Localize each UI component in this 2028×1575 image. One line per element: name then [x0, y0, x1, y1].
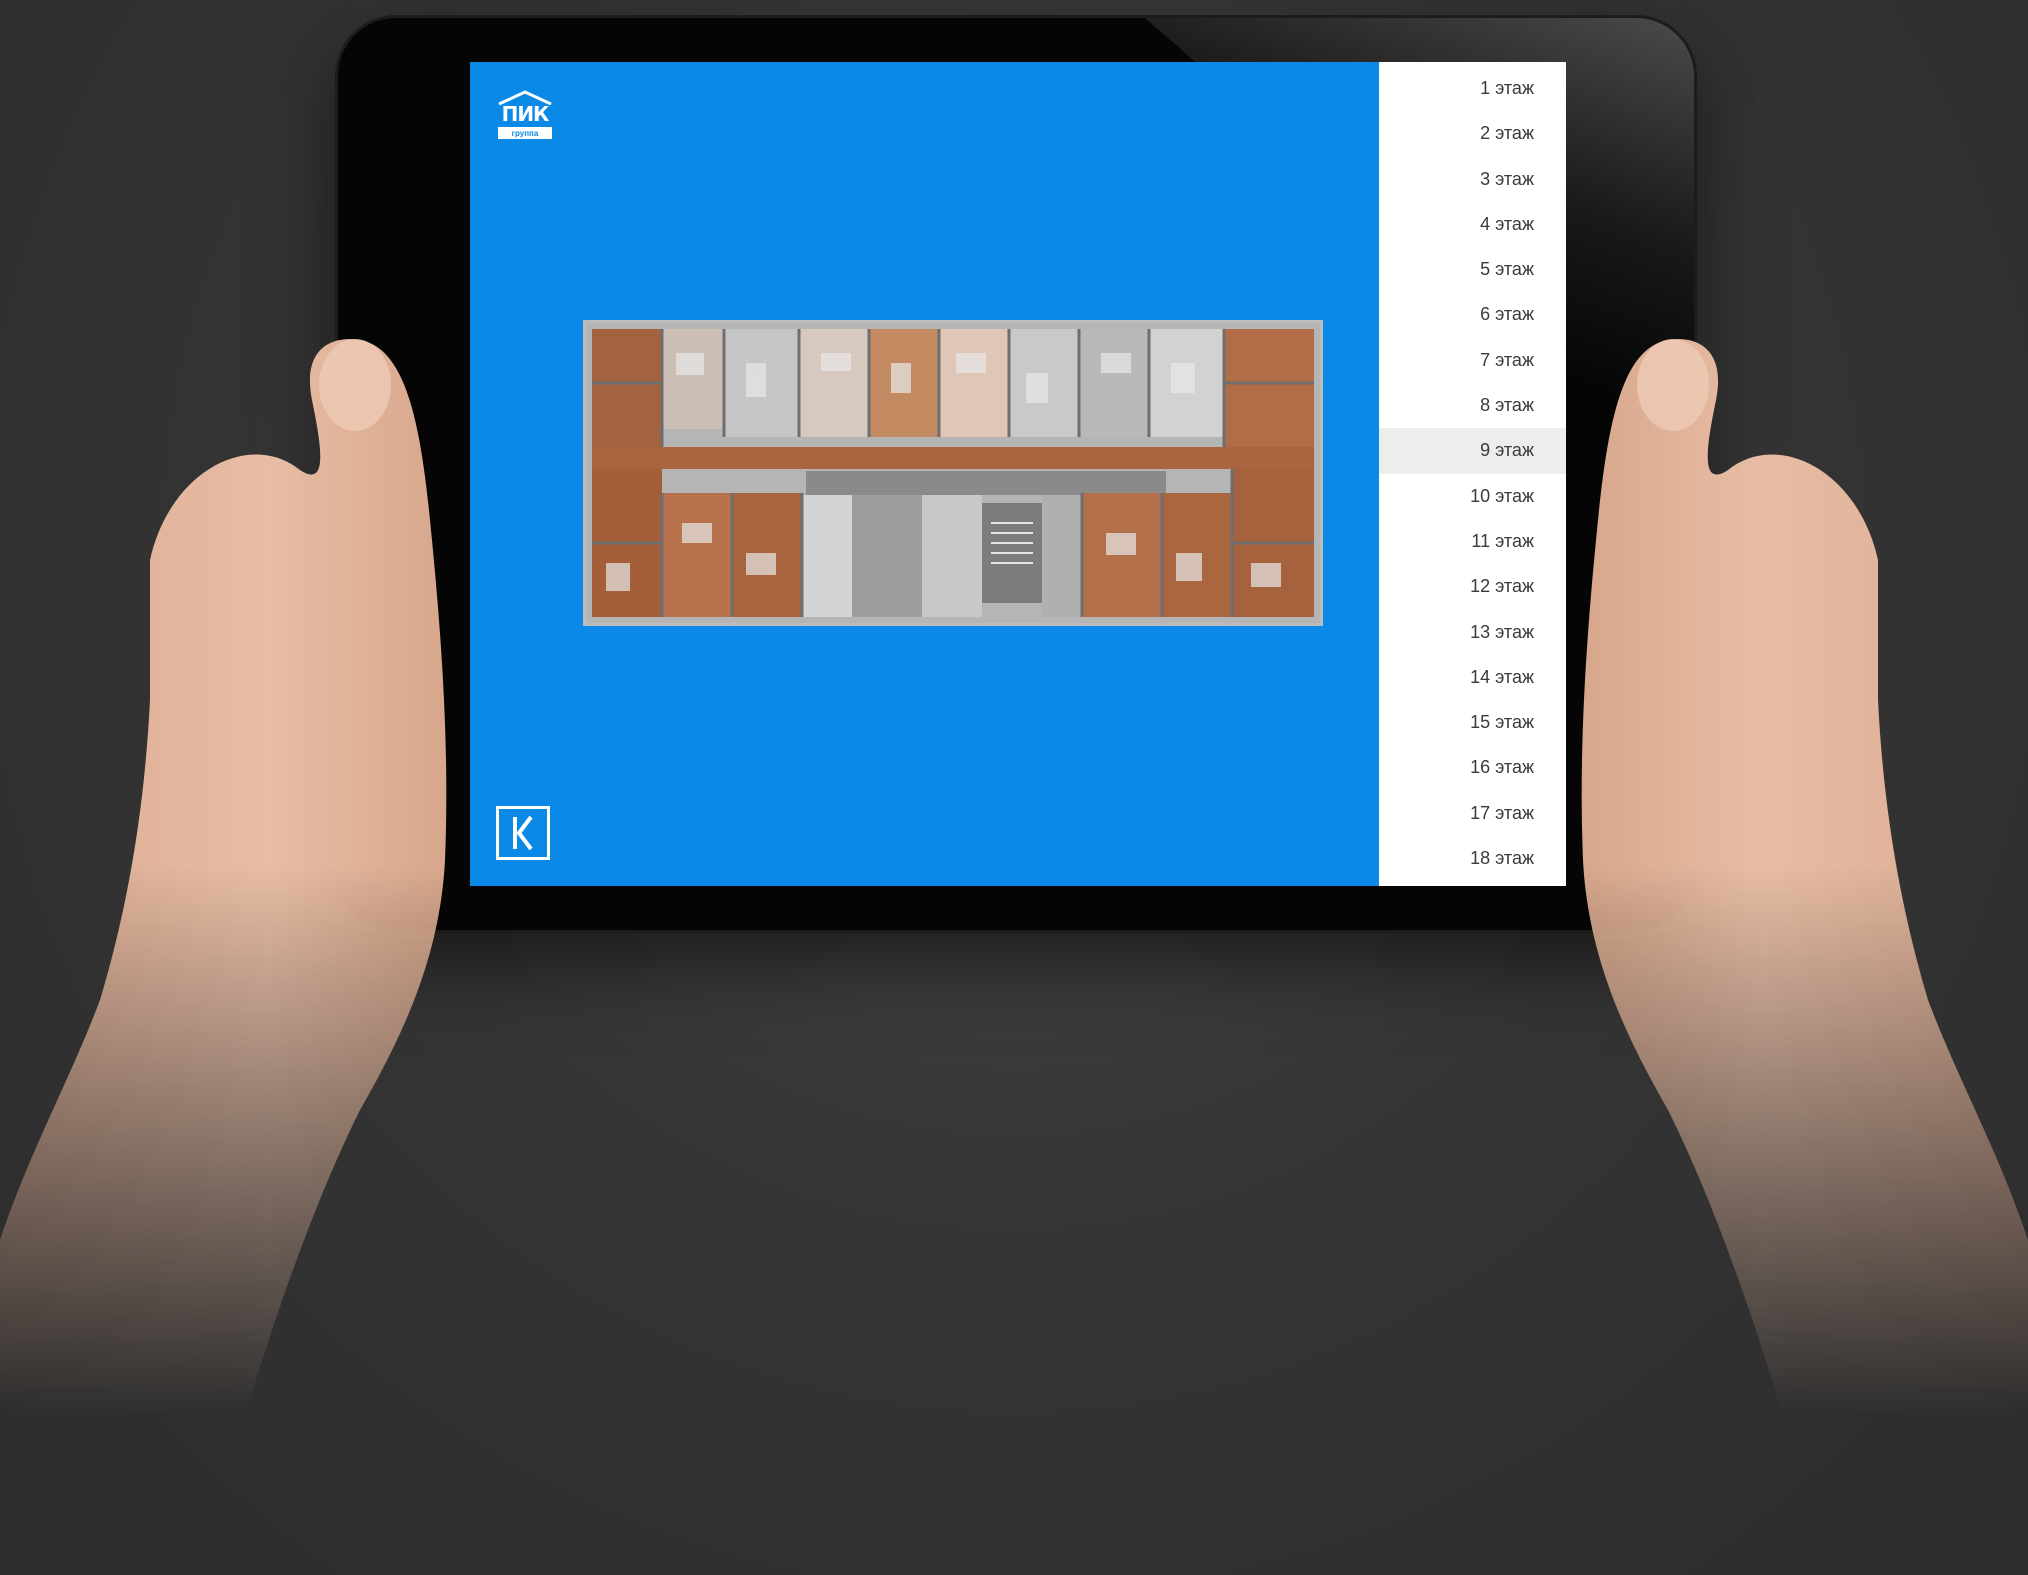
- floor-item-14[interactable]: 14 этаж: [1379, 655, 1566, 700]
- back-icon: [513, 815, 533, 851]
- floor-item-11[interactable]: 11 этаж: [1379, 519, 1566, 564]
- floor-item-3[interactable]: 3 этаж: [1379, 157, 1566, 202]
- pik-logo: ПИК группа: [496, 90, 554, 144]
- floor-item-18[interactable]: 18 этаж: [1379, 836, 1566, 881]
- floor-plan[interactable]: [583, 320, 1323, 626]
- back-button[interactable]: [496, 806, 550, 860]
- floor-item-12[interactable]: 12 этаж: [1379, 564, 1566, 609]
- right-hand: [1581, 339, 2028, 1575]
- logo-sub: группа: [498, 127, 552, 139]
- tablet-screen: ПИК группа 1 этаж 2 этаж 3 этаж 4 этаж 5…: [470, 62, 1566, 886]
- floor-item-9-selected[interactable]: 9 этаж: [1379, 428, 1566, 474]
- floor-item-6[interactable]: 6 этаж: [1379, 292, 1566, 337]
- floor-item-2[interactable]: 2 этаж: [1379, 111, 1566, 156]
- scene: ПИК группа 1 этаж 2 этаж 3 этаж 4 этаж 5…: [0, 0, 2028, 1575]
- floor-item-16[interactable]: 16 этаж: [1379, 745, 1566, 790]
- floor-item-8[interactable]: 8 этаж: [1379, 383, 1566, 428]
- floor-list: 1 этаж 2 этаж 3 этаж 4 этаж 5 этаж 6 эта…: [1379, 62, 1566, 886]
- floor-item-13[interactable]: 13 этаж: [1379, 610, 1566, 655]
- floor-plan-drawing: [586, 323, 1320, 623]
- logo-word: ПИК: [501, 102, 550, 126]
- floor-item-10[interactable]: 10 этаж: [1379, 474, 1566, 519]
- left-hand: [0, 339, 447, 1575]
- floor-item-1[interactable]: 1 этаж: [1379, 66, 1566, 111]
- floor-item-5[interactable]: 5 этаж: [1379, 247, 1566, 292]
- floor-item-17[interactable]: 17 этаж: [1379, 791, 1566, 836]
- floor-item-15[interactable]: 15 этаж: [1379, 700, 1566, 745]
- plan-area: ПИК группа: [470, 62, 1379, 886]
- floor-item-7[interactable]: 7 этаж: [1379, 338, 1566, 383]
- floor-item-4[interactable]: 4 этаж: [1379, 202, 1566, 247]
